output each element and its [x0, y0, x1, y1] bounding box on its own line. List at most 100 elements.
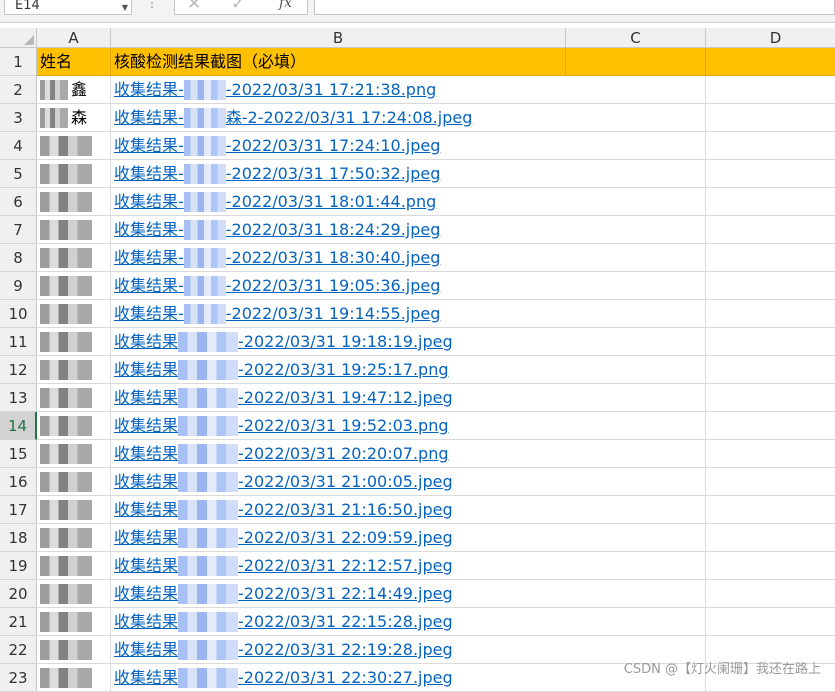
row-header[interactable]: 15 — [0, 440, 37, 468]
row-header[interactable]: 6 — [0, 188, 37, 216]
name-cell[interactable] — [37, 356, 111, 384]
name-cell[interactable] — [37, 664, 111, 692]
result-file-link[interactable]: 收集结果 -2022/03/31 21:00:05.jpeg — [111, 468, 566, 496]
empty-cell[interactable] — [566, 132, 706, 160]
row-header[interactable]: 11 — [0, 328, 37, 356]
empty-cell[interactable] — [566, 412, 706, 440]
empty-cell[interactable] — [566, 356, 706, 384]
name-cell[interactable]: 森 — [37, 104, 111, 132]
more-options-icon[interactable]: ⋮ — [146, 0, 158, 10]
result-file-link[interactable]: 收集结果 -2022/03/31 19:25:17.png — [111, 356, 566, 384]
cell-d1[interactable] — [706, 48, 835, 76]
empty-cell[interactable] — [566, 104, 706, 132]
name-cell[interactable] — [37, 468, 111, 496]
insert-function-icon[interactable]: fx — [279, 0, 292, 11]
result-file-link[interactable]: 收集结果 -2022/03/31 21:16:50.jpeg — [111, 496, 566, 524]
row-header[interactable]: 4 — [0, 132, 37, 160]
row-header[interactable]: 18 — [0, 524, 37, 552]
row-header[interactable]: 20 — [0, 580, 37, 608]
empty-cell[interactable] — [566, 440, 706, 468]
column-header-b[interactable]: B — [111, 28, 566, 48]
empty-cell[interactable] — [566, 300, 706, 328]
empty-cell[interactable] — [706, 328, 835, 356]
row-header[interactable]: 16 — [0, 468, 37, 496]
empty-cell[interactable] — [566, 524, 706, 552]
name-cell[interactable] — [37, 160, 111, 188]
result-column-header-cell[interactable]: 核酸检测结果截图（必填） — [111, 48, 566, 76]
empty-cell[interactable] — [566, 160, 706, 188]
empty-cell[interactable] — [566, 272, 706, 300]
result-file-link[interactable]: 收集结果 -2022/03/31 20:20:07.png — [111, 440, 566, 468]
result-file-link[interactable]: 收集结果- -2022/03/31 18:24:29.jpeg — [111, 216, 566, 244]
row-header[interactable]: 8 — [0, 244, 37, 272]
empty-cell[interactable] — [706, 188, 835, 216]
empty-cell[interactable] — [706, 384, 835, 412]
name-cell[interactable] — [37, 300, 111, 328]
empty-cell[interactable] — [566, 328, 706, 356]
result-file-link[interactable]: 收集结果 -2022/03/31 22:14:49.jpeg — [111, 580, 566, 608]
empty-cell[interactable] — [706, 132, 835, 160]
row-header[interactable]: 19 — [0, 552, 37, 580]
result-file-link[interactable]: 收集结果 -2022/03/31 22:19:28.jpeg — [111, 636, 566, 664]
result-file-link[interactable]: 收集结果- 森-2-2022/03/31 17:24:08.jpeg — [111, 104, 566, 132]
empty-cell[interactable] — [566, 244, 706, 272]
empty-cell[interactable] — [566, 552, 706, 580]
result-file-link[interactable]: 收集结果- -2022/03/31 18:01:44.png — [111, 188, 566, 216]
name-cell[interactable] — [37, 272, 111, 300]
name-cell[interactable] — [37, 524, 111, 552]
name-cell[interactable] — [37, 244, 111, 272]
row-header[interactable]: 13 — [0, 384, 37, 412]
empty-cell[interactable] — [566, 188, 706, 216]
name-cell[interactable] — [37, 608, 111, 636]
result-file-link[interactable]: 收集结果 -2022/03/31 22:09:59.jpeg — [111, 524, 566, 552]
empty-cell[interactable] — [706, 272, 835, 300]
result-file-link[interactable]: 收集结果 -2022/03/31 19:18:19.jpeg — [111, 328, 566, 356]
row-header[interactable]: 23 — [0, 664, 37, 692]
empty-cell[interactable] — [706, 160, 835, 188]
name-cell[interactable] — [37, 580, 111, 608]
name-box[interactable]: E14 ▼ — [4, 0, 132, 15]
formula-input[interactable] — [314, 0, 835, 15]
empty-cell[interactable] — [706, 496, 835, 524]
empty-cell[interactable] — [566, 496, 706, 524]
row-header[interactable]: 3 — [0, 104, 37, 132]
row-header[interactable]: 22 — [0, 636, 37, 664]
empty-cell[interactable] — [706, 104, 835, 132]
chevron-down-icon[interactable]: ▼ — [122, 0, 128, 14]
column-header-d[interactable]: D — [706, 28, 835, 48]
empty-cell[interactable] — [566, 608, 706, 636]
name-cell[interactable] — [37, 636, 111, 664]
result-file-link[interactable]: 收集结果- -2022/03/31 17:24:10.jpeg — [111, 132, 566, 160]
result-file-link[interactable]: 收集结果 -2022/03/31 19:47:12.jpeg — [111, 384, 566, 412]
empty-cell[interactable] — [706, 76, 835, 104]
empty-cell[interactable] — [706, 440, 835, 468]
row-header[interactable]: 21 — [0, 608, 37, 636]
cancel-icon[interactable]: ✕ — [187, 0, 201, 14]
name-cell[interactable] — [37, 328, 111, 356]
empty-cell[interactable] — [706, 524, 835, 552]
row-header[interactable]: 10 — [0, 300, 37, 328]
name-cell[interactable] — [37, 188, 111, 216]
result-file-link[interactable]: 收集结果- -2022/03/31 19:14:55.jpeg — [111, 300, 566, 328]
result-file-link[interactable]: 收集结果 -2022/03/31 22:15:28.jpeg — [111, 608, 566, 636]
empty-cell[interactable] — [566, 216, 706, 244]
row-header[interactable]: 5 — [0, 160, 37, 188]
result-file-link[interactable]: 收集结果- -2022/03/31 17:21:38.png — [111, 76, 566, 104]
row-header[interactable]: 17 — [0, 496, 37, 524]
cell-c1[interactable] — [566, 48, 706, 76]
result-file-link[interactable]: 收集结果- -2022/03/31 18:30:40.jpeg — [111, 244, 566, 272]
name-cell[interactable] — [37, 496, 111, 524]
empty-cell[interactable] — [566, 384, 706, 412]
row-header[interactable]: 14 — [0, 412, 37, 440]
name-cell[interactable]: 鑫 — [37, 76, 111, 104]
row-header[interactable]: 12 — [0, 356, 37, 384]
name-cell[interactable] — [37, 412, 111, 440]
result-file-link[interactable]: 收集结果- -2022/03/31 17:50:32.jpeg — [111, 160, 566, 188]
name-cell[interactable] — [37, 384, 111, 412]
select-all-button[interactable] — [0, 28, 37, 48]
row-header[interactable]: 9 — [0, 272, 37, 300]
result-file-link[interactable]: 收集结果 -2022/03/31 22:12:57.jpeg — [111, 552, 566, 580]
result-file-link[interactable]: 收集结果- -2022/03/31 19:05:36.jpeg — [111, 272, 566, 300]
empty-cell[interactable] — [706, 300, 835, 328]
result-file-link[interactable]: 收集结果 -2022/03/31 19:52:03.png — [111, 412, 566, 440]
